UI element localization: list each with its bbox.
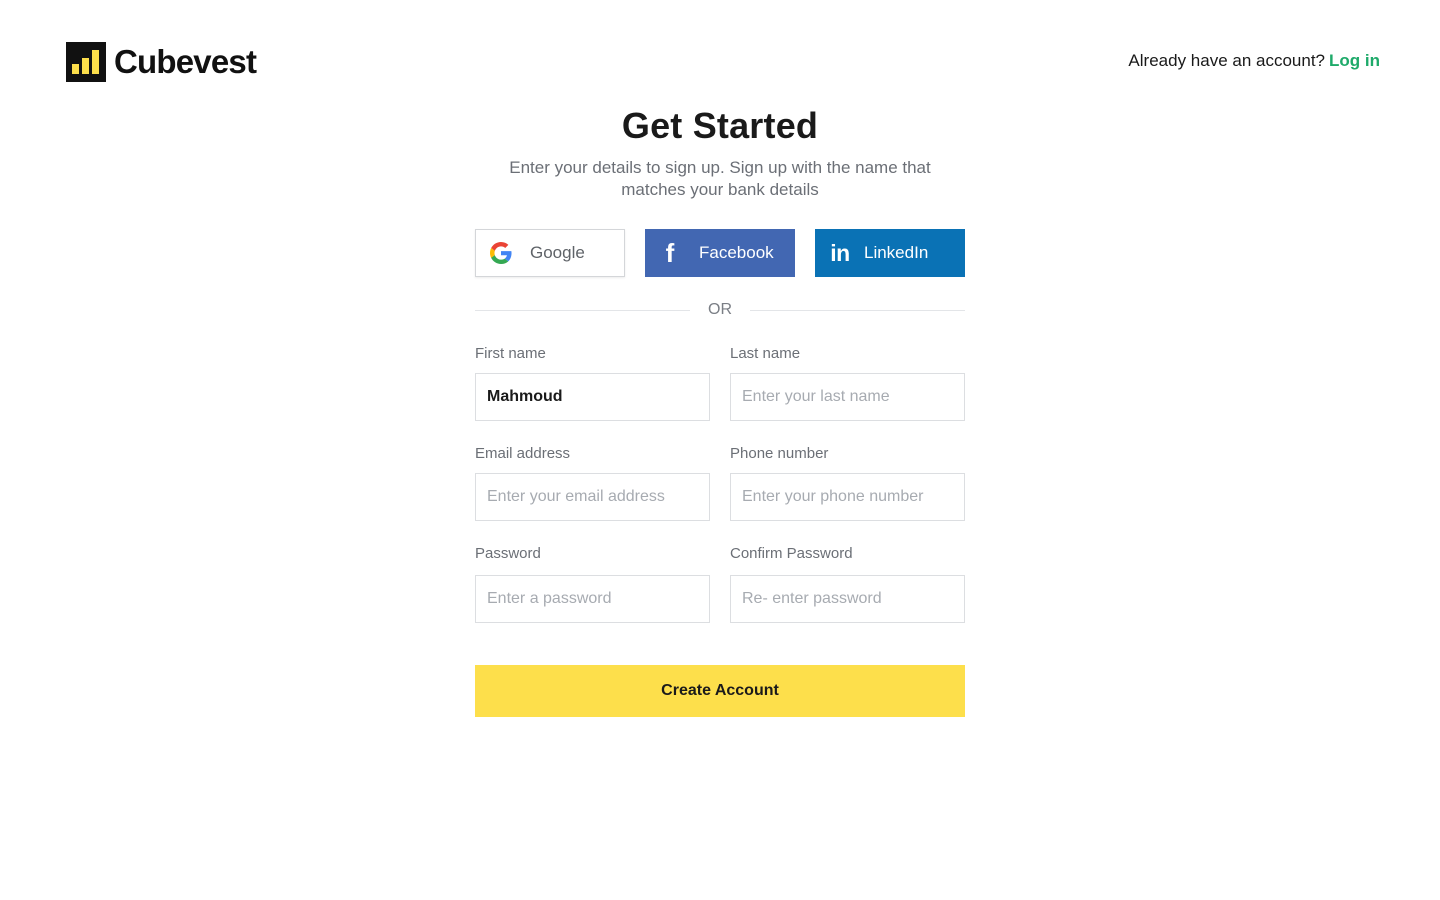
confirm-password-input[interactable] xyxy=(730,575,965,623)
login-prompt: Already have an account? Log in xyxy=(1128,51,1380,71)
login-prompt-text: Already have an account? xyxy=(1128,51,1326,70)
confirm-password-label: Confirm Password xyxy=(730,545,853,562)
google-icon xyxy=(489,241,513,265)
facebook-label: Facebook xyxy=(699,243,774,262)
brand-name: Cubevest xyxy=(114,43,257,80)
linkedin-icon: in xyxy=(830,240,850,266)
brand-logo[interactable]: Cubevest xyxy=(66,42,257,82)
facebook-signup-button[interactable]: f Facebook xyxy=(645,229,795,277)
login-link[interactable]: Log in xyxy=(1329,51,1380,70)
phone-label: Phone number xyxy=(730,445,829,462)
signup-page: Cubevest Already have an account? Log in … xyxy=(0,0,1440,900)
password-input[interactable] xyxy=(475,575,710,623)
divider-line-left xyxy=(475,310,690,311)
last-name-label: Last name xyxy=(730,345,801,362)
last-name-input[interactable] xyxy=(730,373,965,421)
phone-input[interactable] xyxy=(730,473,965,521)
email-input[interactable] xyxy=(475,473,710,521)
page-title: Get Started xyxy=(621,105,819,146)
password-label: Password xyxy=(475,545,541,562)
page-subtitle: Enter your details to sign up. Sign up w… xyxy=(509,158,931,199)
google-signup-button[interactable]: Google xyxy=(475,229,625,277)
facebook-icon: f xyxy=(665,238,675,268)
create-account-button[interactable]: Create Account xyxy=(475,665,965,717)
google-label: Google xyxy=(530,243,585,262)
first-name-label: First name xyxy=(475,345,546,362)
or-divider-text: OR xyxy=(708,301,732,318)
email-label: Email address xyxy=(475,445,571,462)
linkedin-signup-button[interactable]: in LinkedIn xyxy=(815,229,965,277)
bar-chart-logo-icon xyxy=(66,42,106,82)
divider-line-right xyxy=(750,310,965,311)
linkedin-label: LinkedIn xyxy=(864,243,929,262)
first-name-input[interactable] xyxy=(475,373,710,421)
